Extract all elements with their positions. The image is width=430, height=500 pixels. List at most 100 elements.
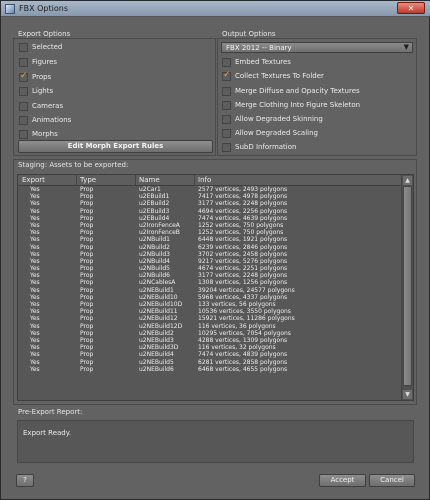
table-row[interactable]: Yes Prop u2EBuild1 7417 vertices, 4978 poly…	[18, 193, 403, 200]
table-row[interactable]: Yes Prop u2NEBuild4 7474 vertices, 4839 pol…	[18, 351, 403, 358]
cell-info: 1308 vertices, 1256 polygons	[198, 279, 288, 287]
cell-name: u2NEBuild1	[139, 286, 174, 294]
selected-checkbox[interactable]	[19, 43, 28, 52]
option-label: SubD Information	[235, 143, 297, 151]
cell-type: Prop	[80, 229, 94, 237]
table-header: Export Type Name Info	[18, 175, 403, 186]
option-label: Selected	[32, 43, 63, 51]
table-row[interactable]: Yes Prop u2NEBuild3 4288 vertices, 1309 pol…	[18, 337, 403, 344]
table-row[interactable]: Yes Prop u2NEBuild2 10295 vertices, 7054 po…	[18, 330, 403, 337]
degraded-scaling-checkbox[interactable]	[222, 129, 231, 138]
scroll-down-icon[interactable]: ▼	[403, 390, 412, 399]
cell-name: u2NBuild3	[139, 250, 170, 258]
cell-export: Yes	[30, 308, 40, 316]
column-header-name[interactable]: Name	[139, 176, 160, 184]
cell-type: Prop	[80, 286, 94, 294]
table-row[interactable]: Yes Prop u2NEBuild6 6468 vertices, 4655 pol…	[18, 366, 403, 373]
cell-export: Yes	[30, 344, 40, 352]
table-row[interactable]: Yes Prop u2EBuild2 3177 vertices, 2248 poly…	[18, 200, 403, 207]
scrollbar-thumb[interactable]	[403, 186, 412, 386]
option-label: Morphs	[32, 130, 58, 138]
cell-export: Yes	[30, 329, 40, 337]
table-row[interactable]: Yes Prop u2NEBuild10D 133 vertices, 56 poly…	[18, 301, 403, 308]
cell-info: 15921 vertices, 11286 polygons	[198, 315, 295, 323]
morphs-checkbox[interactable]	[19, 130, 28, 139]
table-row[interactable]: Yes Prop u2NEBuild10 5968 vertices, 4337 po…	[18, 294, 403, 301]
table-row[interactable]: Yes Prop u2NBuild2 6239 vertices, 2846 poly…	[18, 244, 403, 251]
column-header-type[interactable]: Type	[80, 176, 96, 184]
table-row[interactable]: Yes Prop u2EBuild4 7474 vertices, 4639 poly…	[18, 215, 403, 222]
embed-textures-checkbox[interactable]	[222, 58, 231, 67]
column-header-export[interactable]: Export	[22, 176, 45, 184]
degraded-skinning-checkbox[interactable]	[222, 115, 231, 124]
title-bar[interactable]: FBX Options ✕	[1, 1, 430, 17]
merge-diffuse-opacity-checkbox[interactable]	[222, 87, 231, 96]
cell-info: 4694 vertices, 2256 polygons	[198, 207, 288, 215]
column-header-info[interactable]: Info	[198, 176, 211, 184]
fbx-format-dropdown[interactable]: FBX 2012 -- Binary ▼	[221, 42, 413, 53]
output-options-title: Output Options	[222, 30, 276, 38]
table-row[interactable]: Yes Prop u2Car1 2577 vertices, 2493 polygon…	[18, 186, 403, 193]
cell-type: Prop	[80, 257, 94, 265]
cell-type: Prop	[80, 221, 94, 229]
props-checkbox[interactable]	[19, 71, 28, 82]
table-row[interactable]: Yes Prop u2NBuild1 6448 vertices, 1921 poly…	[18, 236, 403, 243]
cancel-button[interactable]: Cancel	[369, 474, 415, 487]
pre-export-report: Export Ready.	[17, 420, 414, 463]
cell-info: 6468 vertices, 4655 polygons	[198, 365, 288, 373]
option-label: Lights	[32, 87, 54, 95]
cameras-checkbox[interactable]	[19, 102, 28, 111]
cell-name: u2NEBuild5	[139, 358, 174, 366]
cell-info: 6281 vertices, 2858 polygons	[198, 358, 288, 366]
table-row[interactable]: Yes Prop u2NEBuild5 6281 vertices, 2858 pol…	[18, 359, 403, 366]
table-row[interactable]: Yes Prop u2IronFenceA 1252 vertices, 750 po…	[18, 222, 403, 229]
table-row[interactable]: Yes Prop u2NEBuild1 39204 vertices, 24577 p…	[18, 287, 403, 294]
table-row[interactable]: Yes Prop u2NEBuild12 15921 vertices, 11286 …	[18, 315, 403, 322]
animations-checkbox[interactable]	[19, 116, 28, 125]
cell-name: u2NEBuild11	[139, 308, 178, 316]
cell-export: Yes	[30, 293, 40, 301]
cell-export: Yes	[30, 351, 40, 359]
cell-type: Prop	[80, 214, 94, 222]
cell-export: Yes	[30, 322, 40, 330]
option-label: Props	[32, 73, 52, 81]
accept-button[interactable]: Accept	[319, 474, 366, 487]
table-row[interactable]: Yes Prop u2NBuild6 3177 vertices, 2248 poly…	[18, 272, 403, 279]
edit-morph-export-rules-button[interactable]: Edit Morph Export Rules	[18, 140, 213, 153]
table-row[interactable]: Yes Prop u2NBuild3 3702 vertices, 2458 poly…	[18, 251, 403, 258]
lights-checkbox[interactable]	[19, 87, 28, 96]
table-row[interactable]: Yes Prop u2NBuild4 9217 vertices, 5276 poly…	[18, 258, 403, 265]
cell-export: Yes	[30, 200, 40, 208]
cell-type: Prop	[80, 329, 94, 337]
column-divider[interactable]	[194, 175, 195, 185]
subd-information-checkbox[interactable]	[222, 143, 231, 152]
cell-info: 6448 vertices, 1921 polygons	[198, 236, 288, 244]
table-row[interactable]: Yes Prop u2NEBuild3D 116 vertices, 32 polyg…	[18, 344, 403, 351]
table-row[interactable]: Yes Prop u2NEBuild11 10536 vertices, 3550 p…	[18, 308, 403, 315]
option-label: Collect Textures To Folder	[235, 72, 324, 80]
table-row[interactable]: Yes Prop u2NEBuild12D 116 vertices, 36 poly…	[18, 323, 403, 330]
cell-name: u2NEBuild4	[139, 351, 174, 359]
vertical-scrollbar[interactable]: ▲ ▼	[401, 175, 413, 400]
scroll-up-icon[interactable]: ▲	[403, 176, 412, 185]
table-row[interactable]: Yes Prop u2EBuild3 4694 vertices, 2256 poly…	[18, 208, 403, 215]
close-button[interactable]: ✕	[397, 2, 425, 14]
cell-info: 10536 vertices, 3550 polygons	[198, 308, 291, 316]
staging-title: Staging: Assets to be exported:	[18, 161, 129, 169]
merge-clothing-checkbox[interactable]	[222, 101, 231, 110]
collect-textures-checkbox[interactable]	[222, 70, 231, 81]
table-row[interactable]: Yes Prop u2IronFenceB 1252 vertices, 750 po…	[18, 229, 403, 236]
cell-type: Prop	[80, 351, 94, 359]
cell-export: Yes	[30, 272, 40, 280]
cell-info: 9217 vertices, 5276 polygons	[198, 257, 288, 265]
cell-export: Yes	[30, 214, 40, 222]
table-row[interactable]: Yes Prop u2NBuild5 4674 vertices, 2251 poly…	[18, 265, 403, 272]
cell-name: u2IronFenceB	[139, 229, 180, 237]
figures-checkbox[interactable]	[19, 58, 28, 67]
column-divider[interactable]	[76, 175, 77, 185]
cell-type: Prop	[80, 293, 94, 301]
table-row[interactable]: Yes Prop u2NCablesA 1308 vertices, 1256 pol…	[18, 279, 403, 286]
column-divider[interactable]	[135, 175, 136, 185]
help-button[interactable]: ?	[16, 474, 34, 487]
cell-export: Yes	[30, 236, 40, 244]
